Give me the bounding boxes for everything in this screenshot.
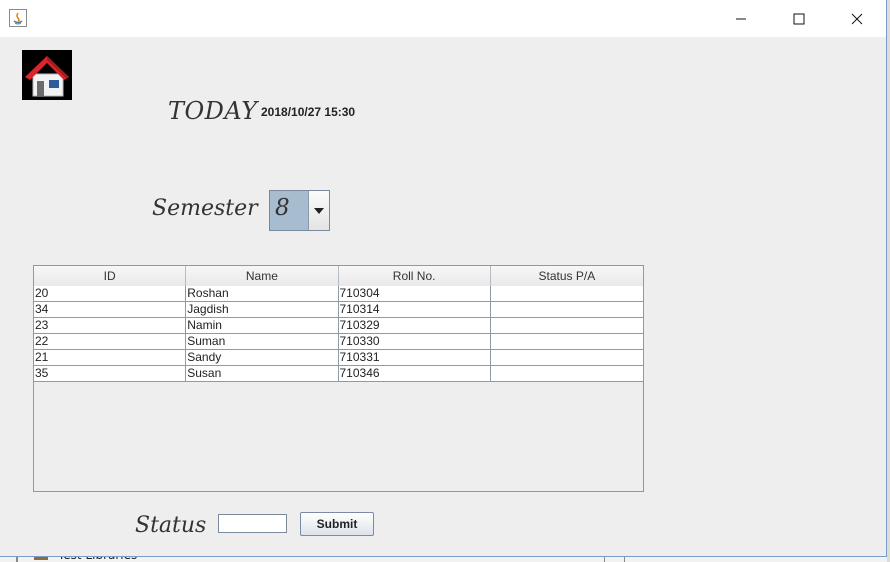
cell-id[interactable]: 22	[34, 334, 187, 349]
status-label: Status	[135, 513, 207, 538]
cell-id[interactable]: 35	[34, 366, 187, 381]
semester-selected-value: 8	[275, 195, 290, 221]
column-header-roll-no[interactable]: Roll No.	[339, 266, 491, 286]
maximize-icon	[793, 13, 805, 24]
cell-name[interactable]: Jagdish	[186, 302, 339, 317]
cell-roll-no[interactable]: 710331	[339, 350, 491, 365]
cell-name[interactable]: Susan	[186, 366, 339, 381]
submit-button[interactable]: Submit	[300, 512, 374, 536]
table-row[interactable]: 22 Suman 710330	[34, 334, 643, 350]
table-row[interactable]: 34 Jagdish 710314	[34, 302, 643, 318]
cell-status[interactable]	[491, 334, 643, 349]
java-app-icon	[9, 9, 27, 27]
table-row[interactable]: 35 Susan 710346	[34, 366, 643, 382]
table-body: 20 Roshan 710304 34 Jagdish 710314 23 Na…	[34, 286, 643, 382]
column-header-status[interactable]: Status P/A	[491, 266, 643, 286]
cell-status[interactable]	[491, 302, 643, 317]
current-datetime: 2018/10/27 15:30	[261, 105, 356, 119]
chevron-down-icon	[314, 207, 324, 214]
app-window: TODAY 2018/10/27 15:30 Semester 8 ID Nam…	[0, 0, 887, 557]
cell-name[interactable]: Sandy	[186, 350, 339, 365]
table-row[interactable]: 21 Sandy 710331	[34, 350, 643, 366]
cell-roll-no[interactable]: 710330	[339, 334, 491, 349]
cell-roll-no[interactable]: 710304	[339, 286, 491, 301]
cell-roll-no[interactable]: 710346	[339, 366, 491, 381]
table-header: ID Name Roll No. Status P/A	[34, 266, 643, 287]
minimize-button[interactable]	[718, 0, 764, 37]
home-button[interactable]	[22, 50, 72, 100]
maximize-button[interactable]	[776, 0, 822, 37]
cell-name[interactable]: Roshan	[186, 286, 339, 301]
cell-roll-no[interactable]: 710329	[339, 318, 491, 333]
cell-id[interactable]: 34	[34, 302, 187, 317]
close-icon	[851, 13, 863, 24]
semester-dropdown-arrow[interactable]	[308, 191, 329, 230]
cell-roll-no[interactable]: 710314	[339, 302, 491, 317]
cell-id[interactable]: 21	[34, 350, 187, 365]
status-input[interactable]	[218, 514, 287, 533]
cell-id[interactable]: 23	[34, 318, 187, 333]
semester-combobox[interactable]: 8	[269, 190, 330, 231]
table-row[interactable]: 23 Namin 710329	[34, 318, 643, 334]
cell-status[interactable]	[491, 318, 643, 333]
column-header-id[interactable]: ID	[34, 266, 187, 286]
title-bar	[0, 0, 886, 37]
cell-name[interactable]: Suman	[186, 334, 339, 349]
close-button[interactable]	[834, 0, 880, 37]
cell-status[interactable]	[491, 350, 643, 365]
cell-status[interactable]	[491, 366, 643, 381]
column-header-name[interactable]: Name	[186, 266, 339, 286]
today-label: TODAY	[168, 97, 258, 125]
minimize-icon	[736, 18, 746, 19]
student-table[interactable]: ID Name Roll No. Status P/A 20 Roshan 71…	[33, 265, 644, 492]
cell-name[interactable]: Namin	[186, 318, 339, 333]
cell-id[interactable]: 20	[34, 286, 187, 301]
table-row[interactable]: 20 Roshan 710304	[34, 286, 643, 302]
cell-status[interactable]	[491, 286, 643, 301]
semester-label: Semester	[152, 196, 258, 221]
home-icon	[22, 50, 72, 100]
